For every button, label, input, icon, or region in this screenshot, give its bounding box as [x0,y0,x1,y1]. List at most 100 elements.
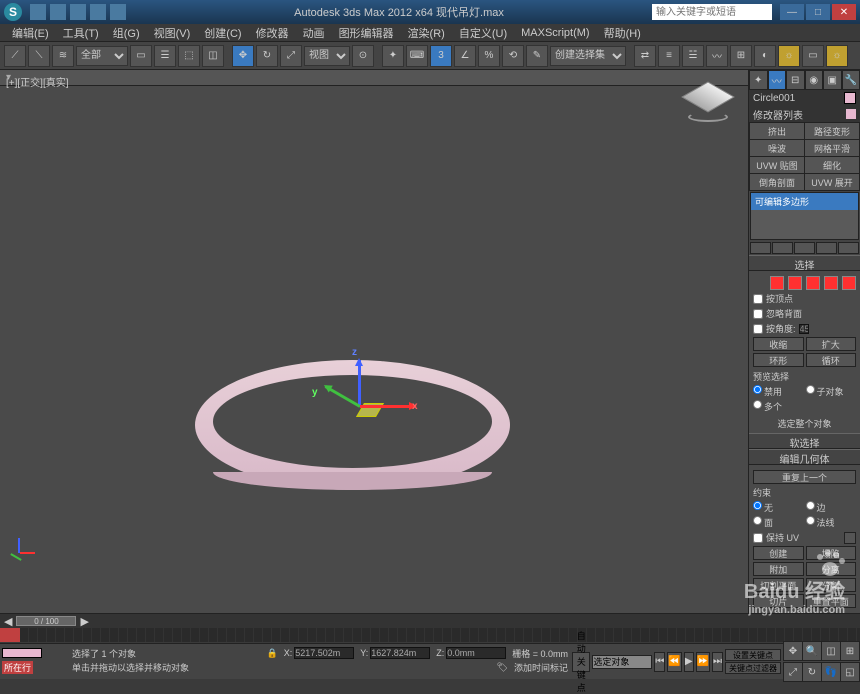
select-scale-icon[interactable]: ⤢ [280,45,302,67]
stack-editable-poly[interactable]: 可编辑多边形 [751,193,858,210]
tab-display-icon[interactable]: ▣ [823,70,842,90]
minimize-button[interactable]: — [780,4,804,20]
btn-slice[interactable]: 切片 [753,594,804,608]
nav-pan-icon[interactable]: ✥ [783,641,803,661]
qat-redo-icon[interactable] [110,4,126,20]
mod-btn-meshsmooth[interactable]: 网格平滑 [805,140,859,156]
menu-create[interactable]: 创建(C) [198,25,247,41]
ref-coord-dropdown[interactable]: 视图 [304,46,350,66]
tab-modify-icon[interactable]: 〰 [768,70,787,90]
btn-loop[interactable]: 循环 [806,353,857,367]
next-frame-icon[interactable]: ▶ [80,615,88,628]
menu-help[interactable]: 帮助(H) [598,25,647,41]
btn-create[interactable]: 创建 [753,546,804,560]
viewcube[interactable] [688,82,728,122]
keyboard-shortcut-icon[interactable]: ⌨ [406,45,428,67]
modifier-list-dropdown[interactable]: 修改器列表 [749,106,860,122]
rollout-soft-selection[interactable]: 软选择 [749,433,860,449]
mod-btn-noise[interactable]: 噪波 [750,140,804,156]
key-filters-button[interactable]: 关键点过滤器 [725,662,781,674]
preserve-uv-settings-icon[interactable] [844,532,856,544]
menu-animation[interactable]: 动画 [297,25,331,41]
goto-end-icon[interactable]: ⏭ [712,652,723,672]
btn-reset-plane[interactable]: 重置平面 [806,594,857,608]
angle-input[interactable] [799,324,809,334]
select-object-icon[interactable]: ▭ [130,45,152,67]
ribbon-strip[interactable]: ▾ [0,70,748,86]
subobj-border-icon[interactable] [806,276,820,290]
menu-tools[interactable]: 工具(T) [57,25,105,41]
track-toggle-icon[interactable] [0,628,20,642]
qat-undo-icon[interactable] [90,4,106,20]
mod-btn-extrude[interactable]: 挤出 [750,123,804,139]
percent-snap-icon[interactable]: % [478,45,500,67]
layer-manager-icon[interactable]: ☱ [682,45,704,67]
pivot-center-icon[interactable]: ⊙ [352,45,374,67]
menu-rendering[interactable]: 渲染(R) [402,25,451,41]
qat-new-icon[interactable] [30,4,46,20]
qat-open-icon[interactable] [50,4,66,20]
select-link-icon[interactable]: ⟋ [4,45,26,67]
coord-z-input[interactable] [446,647,506,659]
menu-group[interactable]: 组(G) [107,25,146,41]
chk-preserve-uv[interactable]: 保持 UV [753,531,856,544]
scene-object-ring[interactable] [195,360,510,490]
mod-btn-pathdeform[interactable]: 路径变形 [805,123,859,139]
select-by-name-icon[interactable]: ☰ [154,45,176,67]
tab-hierarchy-icon[interactable]: ⊟ [786,70,805,90]
manipulate-icon[interactable]: ✦ [382,45,404,67]
radio-constraint-edge[interactable] [806,501,815,510]
bind-spacewarp-icon[interactable]: ≋ [52,45,74,67]
named-selection-dropdown[interactable]: 创建选择集 [550,46,626,66]
nav-walk-icon[interactable]: 👣 [821,662,841,682]
subobj-edge-icon[interactable] [788,276,802,290]
nav-fov-icon[interactable]: ◫ [821,641,841,661]
set-key-button[interactable]: 设置关键点 [725,649,781,661]
mod-btn-bevelprofile[interactable]: 倒角剖面 [750,174,804,190]
app-icon[interactable]: S [4,3,22,21]
curve-editor-icon[interactable]: 〰 [706,45,728,67]
schematic-view-icon[interactable]: ⊞ [730,45,752,67]
key-selection-set[interactable] [592,655,652,669]
configure-sets-icon[interactable] [838,242,859,254]
nav-orbit-icon[interactable]: ↻ [802,662,822,682]
tab-motion-icon[interactable]: ◉ [805,70,824,90]
show-end-result-icon[interactable] [772,242,793,254]
time-slider[interactable]: ◀ 0 / 100 ▶ [0,614,860,628]
chk-ignore-backfacing[interactable]: 忽略背面 [753,307,856,320]
select-rotate-icon[interactable]: ↻ [256,45,278,67]
prev-frame-icon[interactable]: ◀ [4,615,12,628]
remove-modifier-icon[interactable] [816,242,837,254]
radio-preview-subobj[interactable] [806,385,815,394]
qat-save-icon[interactable] [70,4,86,20]
track-bar[interactable] [0,628,860,642]
btn-shrink[interactable]: 收缩 [753,337,804,351]
radio-preview-multi[interactable] [753,400,762,409]
prev-key-icon[interactable]: ⏪ [667,652,681,672]
rollout-selection[interactable]: 选择 [749,255,860,271]
status-color-swatch[interactable] [2,648,42,658]
auto-key-button[interactable]: 自动关键点 [572,652,590,672]
nav-zoom-icon[interactable]: 🔍 [802,641,822,661]
chk-by-angle[interactable]: 按角度: [753,322,856,335]
window-crossing-icon[interactable]: ◫ [202,45,224,67]
btn-grow[interactable]: 扩大 [806,337,857,351]
angle-snap-icon[interactable]: ∠ [454,45,476,67]
align-icon[interactable]: ≡ [658,45,680,67]
play-icon[interactable]: ▶ [684,652,694,672]
mod-btn-tessellate[interactable]: 细化 [805,157,859,173]
subobj-vertex-icon[interactable] [770,276,784,290]
menu-maxscript[interactable]: MAXScript(M) [515,27,595,39]
viewport[interactable]: ▾ [+][正交][真实] x y z [0,70,748,613]
material-editor-icon[interactable]: ◐ [754,45,776,67]
edit-selection-set-icon[interactable]: ✎ [526,45,548,67]
menu-views[interactable]: 视图(V) [148,25,197,41]
coord-y-input[interactable] [370,647,430,659]
menu-graph-editors[interactable]: 图形编辑器 [333,25,400,41]
goto-start-icon[interactable]: ⏮ [654,652,665,672]
radio-constraint-none[interactable] [753,501,762,510]
mirror-icon[interactable]: ⇄ [634,45,656,67]
menu-modifiers[interactable]: 修改器 [250,25,295,41]
chk-by-vertex[interactable]: 按顶点 [753,292,856,305]
make-unique-icon[interactable] [794,242,815,254]
